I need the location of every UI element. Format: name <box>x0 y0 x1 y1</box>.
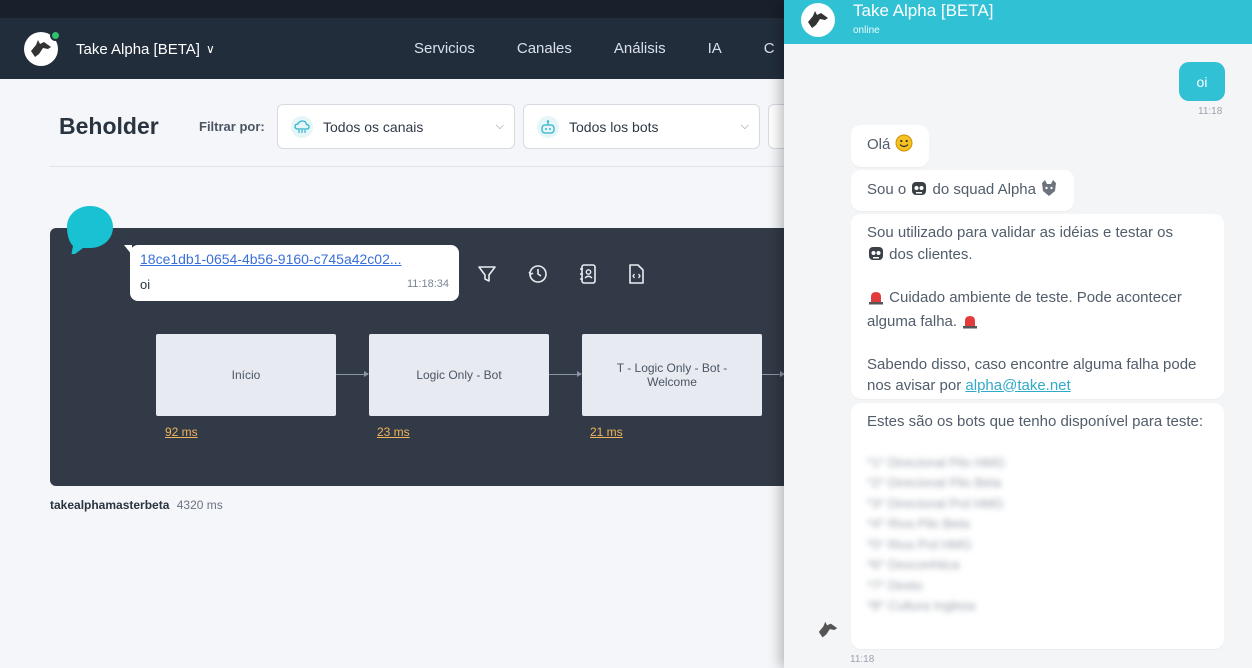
node-time-link[interactable]: 21 ms <box>590 425 623 439</box>
bot-filter-select[interactable]: Todos los bots ⌵ <box>523 104 760 149</box>
email-link[interactable]: alpha@take.net <box>965 377 1070 394</box>
description-text: Sou utilizado para validar as idéias e t… <box>867 224 1174 241</box>
history-icon[interactable] <box>527 263 549 285</box>
description-text-end: dos clientes. <box>889 245 973 263</box>
chat-bubble-icon <box>67 206 113 254</box>
node-time-link[interactable]: 92 ms <box>165 425 198 439</box>
flow-node-logic-only[interactable]: Logic Only - Bot <box>369 334 549 416</box>
siren-emoji-icon <box>867 289 885 312</box>
header-divider <box>49 166 789 167</box>
node-time-link[interactable]: 23 ms <box>377 425 410 439</box>
wolf-emoji-icon <box>1040 179 1058 204</box>
session-summary: takealphamasterbeta 4320 ms <box>50 498 223 512</box>
nav-item-servicios[interactable]: Servicios <box>414 40 475 57</box>
channel-filter-value: Todos os canais <box>323 118 424 135</box>
wolf-avatar-icon <box>818 621 838 638</box>
flow-node-inicio[interactable]: Início <box>156 334 336 416</box>
flow-arrow <box>762 371 785 377</box>
flow-arrow <box>336 371 369 377</box>
bot-message-intro: Sou o do squad Alpha <box>851 170 1075 211</box>
cloud-channels-icon <box>291 115 313 138</box>
filter-icon[interactable] <box>476 263 498 285</box>
message-card[interactable]: 18ce1db1-0654-4b56-9160-c745a42c02... oi… <box>124 245 459 301</box>
user-message-time: 11:18 <box>1198 106 1223 117</box>
bots-intro-text: Estes são os bots que tenho disponível p… <box>867 413 1204 430</box>
chevron-down-icon: ⌵ <box>740 120 749 132</box>
bot-message-greeting: Olá <box>851 125 929 167</box>
online-status-dot <box>50 30 61 41</box>
bot-message-bots-list: Estes são os bots que tenho disponível p… <box>851 403 1224 649</box>
bot-face-emoji-icon <box>910 179 928 204</box>
bot-face-emoji-icon <box>867 244 885 269</box>
flow-arrow <box>549 371 582 377</box>
bot-option[interactable]: *3* Direcional Prd HMG <box>867 494 1208 515</box>
message-id-link[interactable]: 18ce1db1-0654-4b56-9160-c745a42c02... <box>140 251 402 267</box>
flow-node-welcome[interactable]: T - Logic Only - Bot - Welcome <box>582 334 762 416</box>
page-title: Beholder <box>59 113 159 139</box>
nav-item-analisis[interactable]: Análisis <box>614 40 666 57</box>
channel-filter-select[interactable]: Todos os canais ⌵ <box>277 104 515 149</box>
bot-message-time: 11:18 <box>850 654 875 665</box>
bot-option[interactable]: *8* Cultura Inglesa <box>867 596 1208 617</box>
bot-option[interactable]: *5* Riva Prd HMG <box>867 535 1208 556</box>
contacts-icon[interactable] <box>577 263 599 285</box>
chat-panel: Take Alpha [BETA] online oi 11:18 Olá So… <box>784 0 1252 668</box>
bot-option[interactable]: *1* Direcional Pilo HMG <box>867 453 1208 474</box>
message-text: oi <box>140 277 151 292</box>
bot-option[interactable]: *2* Direcional Pilo Beta <box>867 473 1208 494</box>
bot-icon <box>537 115 559 138</box>
nav-item-ia[interactable]: IA <box>708 40 722 57</box>
nav-item-canales[interactable]: Canales <box>517 40 572 57</box>
brand-switcher[interactable]: Take Alpha [BETA] ∨ <box>24 30 215 66</box>
brand-name: Take Alpha [BETA] <box>76 40 200 58</box>
wolf-logo-icon <box>24 30 61 66</box>
user-message: oi <box>1179 62 1225 101</box>
chat-title: Take Alpha [BETA] <box>853 1 994 20</box>
bot-identifier: takealphamasterbeta <box>50 498 170 512</box>
bot-option[interactable]: *6* Desconhtica <box>867 555 1208 576</box>
filter-label: Filtrar por: <box>199 119 265 134</box>
intro-text-start: Sou o <box>867 181 907 198</box>
chat-status: online <box>853 25 880 36</box>
code-file-icon[interactable] <box>625 263 647 285</box>
bot-message-description: Sou utilizado para validar as idéias e t… <box>851 214 1224 399</box>
bot-option[interactable]: *7* Direto <box>867 576 1208 597</box>
intro-text-end: do squad Alpha <box>932 181 1036 198</box>
bot-option[interactable]: *4* Riva Pilo Beta <box>867 514 1208 535</box>
chevron-down-icon: ∨ <box>205 42 215 56</box>
chat-header: Take Alpha [BETA] online <box>784 0 1252 44</box>
smiley-emoji-icon <box>895 134 913 159</box>
main-nav: Servicios Canales Análisis IA C <box>414 40 817 57</box>
wolf-avatar-icon <box>801 3 835 37</box>
greeting-text: Olá <box>867 136 891 153</box>
bot-filter-value: Todos los bots <box>569 118 659 135</box>
total-time: 4320 ms <box>176 498 223 512</box>
siren-emoji-icon <box>961 313 979 336</box>
chevron-down-icon: ⌵ <box>495 120 504 132</box>
message-time: 11:18:34 <box>406 278 449 290</box>
warning-text: Cuidado ambiente de teste. Pode acontece… <box>867 289 1182 330</box>
nav-item-more[interactable]: C <box>764 40 775 57</box>
